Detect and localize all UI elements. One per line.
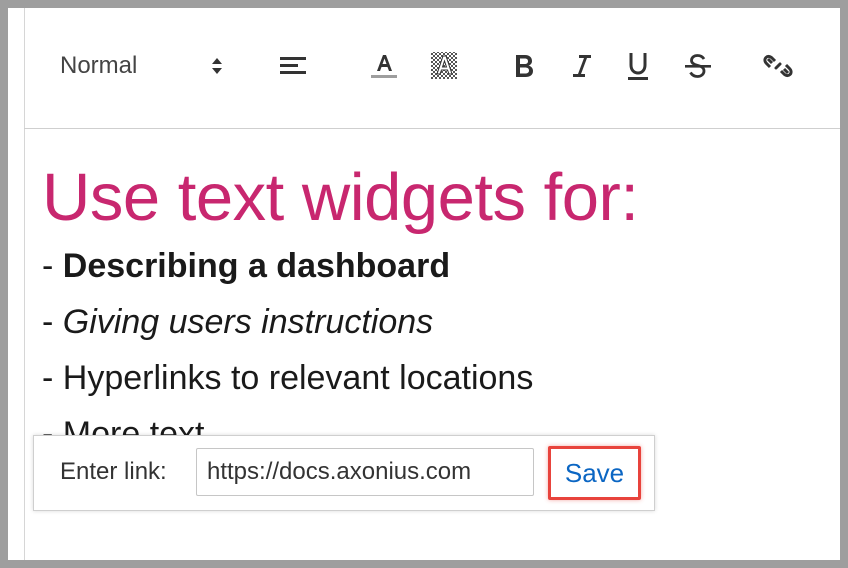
list-item-prefix: - xyxy=(42,359,63,397)
widget-heading: Use text widgets for: xyxy=(42,160,639,235)
list-item-text: More text xyxy=(62,415,205,436)
list-item: - Hyperlinks to relevant locations xyxy=(42,350,830,406)
link-icon[interactable] xyxy=(758,48,798,84)
list-item-prefix: - xyxy=(42,247,63,285)
list-item: - Giving users instructions xyxy=(42,294,830,350)
formatting-toolbar: Normal xyxy=(24,8,840,129)
list-item-prefix: - xyxy=(42,415,63,436)
select-arrows-icon xyxy=(212,58,222,74)
format-select[interactable]: Normal xyxy=(60,48,240,84)
list-item-text: Describing a dashboard xyxy=(62,247,451,285)
link-label: Enter link: xyxy=(60,458,167,485)
italic-icon[interactable] xyxy=(562,48,602,84)
editor-content[interactable]: Use text widgets for: - Describing a das… xyxy=(42,158,830,436)
save-button[interactable]: Save xyxy=(548,446,641,500)
align-left-icon[interactable] xyxy=(274,48,314,84)
text-widget-editor: Normal Use text widgets for: - Describin… xyxy=(8,8,840,560)
list-item-text: Giving users instructions xyxy=(62,303,434,341)
link-popup: Enter link: Save xyxy=(33,435,655,511)
underline-icon[interactable] xyxy=(618,48,658,84)
list-item: - More text xyxy=(42,406,830,436)
bold-icon[interactable] xyxy=(504,48,544,84)
list-item: - Describing a dashboard xyxy=(42,238,830,294)
format-select-label: Normal xyxy=(60,52,138,79)
strikethrough-icon[interactable] xyxy=(678,48,718,84)
list-item-prefix: - xyxy=(42,303,63,341)
highlight-color-icon[interactable] xyxy=(424,48,464,84)
link-input[interactable] xyxy=(196,448,534,496)
list-item-text: Hyperlinks to relevant locations xyxy=(62,359,534,397)
text-color-icon[interactable] xyxy=(364,48,404,84)
